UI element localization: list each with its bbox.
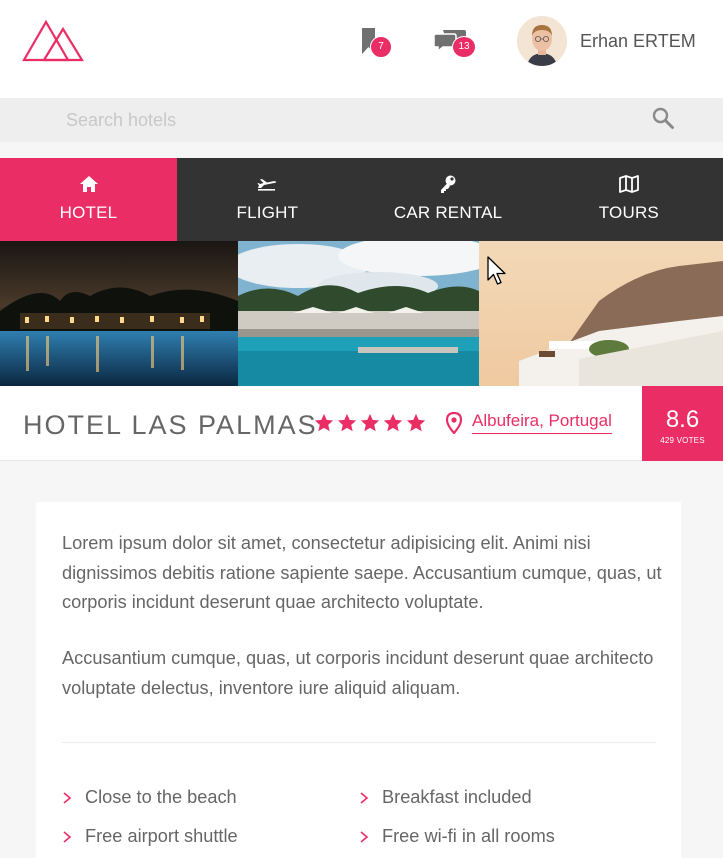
star-icon <box>314 413 334 432</box>
gallery-photo-cliff-view[interactable] <box>479 241 723 386</box>
chevron-right-icon <box>360 831 369 843</box>
tab-car-rental[interactable]: CAR RENTAL <box>358 158 539 241</box>
hotel-photo-gallery <box>0 241 723 386</box>
amenity-label: Close to the beach <box>85 787 237 807</box>
chevron-right-icon <box>63 831 72 843</box>
score-value: 8.6 <box>665 406 700 433</box>
plane-icon <box>257 179 277 191</box>
star-icon <box>383 413 403 432</box>
star-icon <box>406 413 426 432</box>
hotel-info-bar: HOTEL LAS PALMAS Albufeira, Portugal 8.6… <box>0 386 723 461</box>
chevron-right-icon <box>360 792 369 804</box>
message-count-badge: 13 <box>452 36 476 58</box>
booking-tabs: HOTEL FLIGHT CAR RENTAL TOURS <box>0 158 723 241</box>
user-name[interactable]: Erhan ERTEM <box>580 31 696 52</box>
messages-button[interactable]: 13 <box>434 28 478 62</box>
search-bar <box>0 98 723 142</box>
tab-flight-label: FLIGHT <box>236 203 299 222</box>
search-input[interactable] <box>66 108 626 132</box>
home-icon <box>79 176 98 192</box>
amenity-label: Free wi-fi in all rooms <box>382 826 555 846</box>
star-icon <box>360 413 380 432</box>
hotel-name: HOTEL LAS PALMAS <box>23 410 318 440</box>
tab-flight[interactable]: FLIGHT <box>177 158 358 241</box>
map-icon <box>618 175 639 193</box>
tab-tours-label: TOURS <box>598 203 659 222</box>
logo-icon[interactable] <box>22 19 84 63</box>
tab-hotel-label: HOTEL <box>59 203 118 222</box>
user-avatar[interactable] <box>517 16 567 66</box>
description-paragraph: Accusantium cumque, quas, ut corporis in… <box>62 648 654 698</box>
tab-car-rental-label: CAR RENTAL <box>393 203 503 222</box>
hotel-score-badge: 8.6 429 VOTES <box>642 386 723 461</box>
key-icon <box>441 175 456 193</box>
hotel-location-link[interactable]: Albufeira, Portugal <box>472 411 612 434</box>
gallery-photo-night-pool[interactable] <box>0 241 238 386</box>
amenity-label: Breakfast included <box>382 787 532 807</box>
tab-tours[interactable]: TOURS <box>539 158 720 241</box>
chevron-right-icon <box>63 792 72 804</box>
tab-hotel[interactable]: HOTEL <box>0 158 177 241</box>
bookmarks-button[interactable]: 7 <box>360 27 396 61</box>
hotel-description-card: Lorem ipsum dolor sit amet, consectetur … <box>36 502 681 858</box>
score-votes: 429 VOTES <box>660 436 705 445</box>
avatar-image <box>517 16 567 66</box>
divider <box>62 742 656 743</box>
top-header: 7 13 Erhan ERTEM <box>0 0 723 98</box>
bookmark-count-badge: 7 <box>370 36 392 58</box>
hotel-star-rating <box>313 412 427 434</box>
amenity-label: Free airport shuttle <box>85 826 238 846</box>
location-pin-icon <box>446 412 462 434</box>
star-icon <box>337 413 357 432</box>
gallery-photo-day-pool[interactable] <box>238 241 479 386</box>
search-icon[interactable] <box>651 106 675 130</box>
description-paragraph: Lorem ipsum dolor sit amet, consectetur … <box>62 533 662 612</box>
